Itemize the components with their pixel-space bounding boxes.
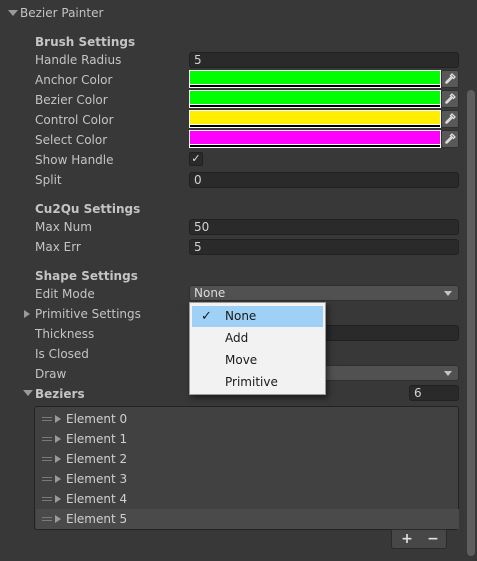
element-label: Element 2 — [66, 452, 128, 466]
beziers-label[interactable]: Beziers — [35, 386, 85, 402]
eyedropper-icon — [445, 133, 456, 144]
bezier-color-swatch — [190, 91, 440, 104]
list-item[interactable]: Element 1 — [36, 429, 459, 449]
primitive-settings-label[interactable]: Primitive Settings — [35, 306, 141, 322]
checkmark-icon: ✓ — [201, 309, 212, 324]
edit-mode-menu: ✓ None Add Move Primitive — [189, 302, 326, 395]
select-color-field[interactable] — [189, 130, 441, 148]
edit-mode-dropdown[interactable]: None — [189, 285, 459, 301]
element-foldout-icon[interactable] — [55, 415, 61, 423]
menu-item-add[interactable]: Add — [192, 328, 323, 349]
beziers-list: Element 0 Element 1 Element 2 Element 3 … — [34, 406, 459, 530]
menu-item-move[interactable]: Move — [192, 350, 323, 371]
edit-mode-label: Edit Mode — [35, 287, 95, 301]
drag-handle-icon[interactable] — [42, 417, 52, 421]
control-alpha-bar — [190, 125, 440, 127]
control-color-field[interactable] — [189, 110, 441, 128]
list-item[interactable]: Element 0 — [36, 409, 459, 429]
element-foldout-icon[interactable] — [55, 495, 61, 503]
beziers-size-field[interactable]: 6 — [409, 385, 459, 401]
max-num-field[interactable]: 50 — [189, 219, 459, 235]
foldout-arrow-icon[interactable] — [8, 10, 18, 16]
drag-handle-icon[interactable] — [42, 497, 52, 501]
max-err-field[interactable]: 5 — [189, 239, 459, 255]
handle-radius-field[interactable]: 5 — [189, 52, 459, 68]
drag-handle-icon[interactable] — [42, 437, 52, 441]
select-eyedropper-button[interactable] — [441, 130, 459, 148]
split-label: Split — [35, 173, 62, 187]
element-label: Element 5 — [66, 512, 128, 526]
split-field[interactable]: 0 — [189, 172, 459, 188]
menu-item-label: None — [225, 309, 257, 323]
select-color-label: Select Color — [35, 133, 108, 147]
menu-item-label: Add — [225, 331, 249, 345]
anchor-alpha-bar — [190, 85, 440, 87]
brush-settings-heading: Brush Settings — [35, 35, 136, 49]
list-footer: + − — [391, 529, 447, 549]
list-item[interactable]: Element 3 — [36, 469, 459, 489]
dropdown-arrow-icon — [444, 291, 452, 296]
menu-item-primitive[interactable]: Primitive — [192, 372, 323, 393]
drag-handle-icon[interactable] — [42, 517, 52, 521]
component-title: Bezier Painter — [20, 6, 104, 20]
handle-radius-label: Handle Radius — [35, 53, 122, 67]
remove-element-button[interactable]: − — [420, 530, 446, 548]
element-foldout-icon[interactable] — [55, 455, 61, 463]
element-label: Element 1 — [66, 432, 128, 446]
element-foldout-icon[interactable] — [55, 515, 61, 523]
drag-handle-icon[interactable] — [42, 457, 52, 461]
is-closed-label: Is Closed — [35, 347, 89, 361]
shape-settings-heading: Shape Settings — [35, 269, 138, 283]
anchor-color-label: Anchor Color — [35, 73, 113, 87]
element-label: Element 3 — [66, 472, 128, 486]
menu-item-none[interactable]: ✓ None — [192, 306, 323, 327]
eyedropper-icon — [445, 73, 456, 84]
drag-handle-icon[interactable] — [42, 477, 52, 481]
control-color-swatch — [190, 111, 440, 124]
primitive-settings-foldout-icon[interactable] — [24, 310, 30, 318]
bezier-color-label: Bezier Color — [35, 93, 108, 107]
select-color-swatch — [190, 131, 440, 144]
control-color-label: Control Color — [35, 113, 114, 127]
element-label: Element 0 — [66, 412, 128, 426]
draw-label: Draw — [35, 367, 67, 381]
beziers-foldout-icon[interactable] — [23, 390, 33, 396]
menu-item-label: Primitive — [225, 375, 278, 389]
element-foldout-icon[interactable] — [55, 475, 61, 483]
scrollbar-thumb[interactable] — [467, 90, 475, 556]
max-num-label: Max Num — [35, 220, 92, 234]
bezier-color-field[interactable] — [189, 90, 441, 108]
menu-item-label: Move — [225, 353, 258, 367]
element-foldout-icon[interactable] — [55, 435, 61, 443]
dropdown-arrow-icon — [444, 371, 452, 376]
eyedropper-icon — [445, 93, 456, 104]
element-label: Element 4 — [66, 492, 128, 506]
add-element-button[interactable]: + — [394, 530, 420, 548]
edit-mode-value: None — [194, 286, 226, 300]
bezier-eyedropper-button[interactable] — [441, 90, 459, 108]
anchor-color-swatch — [190, 71, 440, 84]
anchor-color-field[interactable] — [189, 70, 441, 88]
list-item-selected[interactable]: Element 5 — [36, 509, 459, 529]
list-item[interactable]: Element 2 — [36, 449, 459, 469]
thickness-label: Thickness — [35, 327, 95, 341]
cu2qu-settings-heading: Cu2Qu Settings — [35, 202, 141, 216]
bezier-alpha-bar — [190, 105, 440, 107]
anchor-eyedropper-button[interactable] — [441, 70, 459, 88]
control-eyedropper-button[interactable] — [441, 110, 459, 128]
show-handle-checkbox[interactable]: ✓ — [189, 152, 203, 166]
max-err-label: Max Err — [35, 240, 81, 254]
inspector-header[interactable]: Bezier Painter — [0, 4, 477, 22]
select-alpha-bar — [190, 145, 440, 147]
list-item[interactable]: Element 4 — [36, 489, 459, 509]
eyedropper-icon — [445, 113, 456, 124]
show-handle-label: Show Handle — [35, 153, 114, 167]
